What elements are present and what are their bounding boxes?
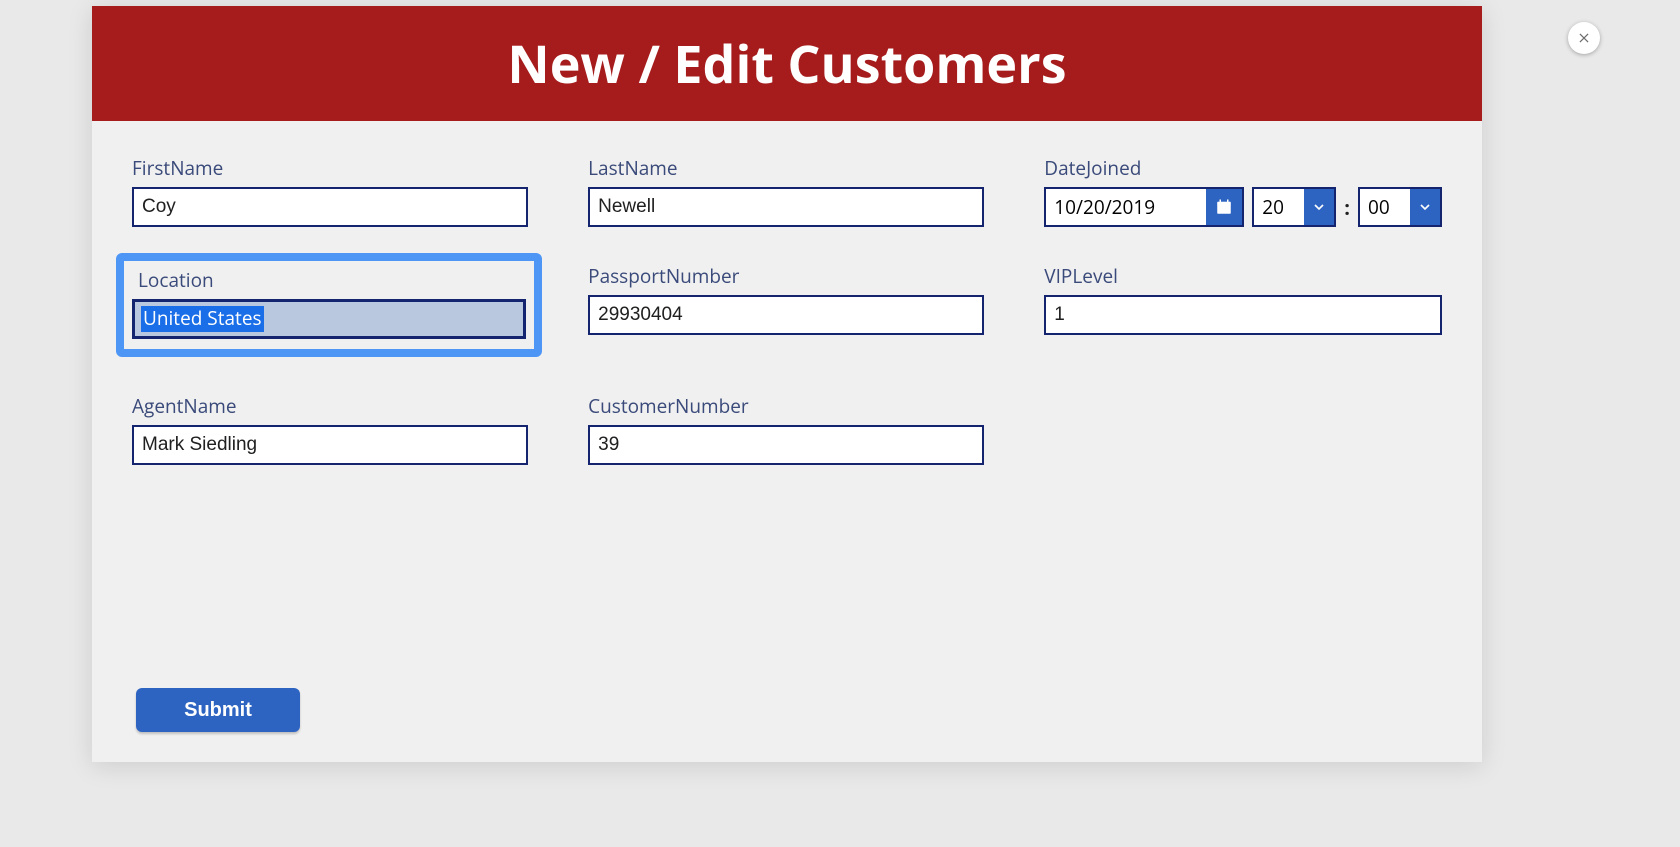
- field-first-name: FirstName: [132, 155, 528, 227]
- date-joined-date-text: 10/20/2019: [1046, 189, 1206, 225]
- location-input[interactable]: United States: [132, 299, 526, 339]
- calendar-icon[interactable]: [1206, 189, 1242, 225]
- vip-level-input[interactable]: [1044, 295, 1442, 335]
- field-date-joined: DateJoined 10/20/2019 20 :: [1044, 155, 1442, 227]
- chevron-down-icon[interactable]: [1410, 189, 1440, 225]
- field-last-name: LastName: [588, 155, 984, 227]
- field-customer-number: CustomerNumber: [588, 393, 984, 465]
- first-name-input[interactable]: [132, 187, 528, 227]
- time-separator: :: [1344, 194, 1350, 221]
- location-highlight: Location United States: [116, 253, 542, 357]
- form-grid: FirstName LastName DateJoined 10/20/2019: [132, 155, 1442, 465]
- date-joined-minute-text: 00: [1360, 189, 1410, 225]
- date-joined-minute-select[interactable]: 00: [1358, 187, 1442, 227]
- field-passport-number: PassportNumber: [588, 263, 984, 335]
- date-joined-hour-select[interactable]: 20: [1252, 187, 1336, 227]
- empty-cell: [1044, 393, 1442, 394]
- field-vip-level: VIPLevel: [1044, 263, 1442, 335]
- label-first-name: FirstName: [132, 155, 528, 181]
- chevron-down-icon[interactable]: [1304, 189, 1334, 225]
- label-customer-number: CustomerNumber: [588, 393, 984, 419]
- field-location: Location United States: [132, 263, 528, 357]
- passport-number-input[interactable]: [588, 295, 984, 335]
- page-title: New / Edit Customers: [507, 28, 1066, 99]
- customer-form-panel: New / Edit Customers FirstName LastName …: [92, 6, 1482, 762]
- date-joined-date-input[interactable]: 10/20/2019: [1044, 187, 1244, 227]
- date-joined-hour-text: 20: [1254, 189, 1304, 225]
- label-vip-level: VIPLevel: [1044, 263, 1442, 289]
- label-agent-name: AgentName: [132, 393, 528, 419]
- label-passport-number: PassportNumber: [588, 263, 984, 289]
- submit-button[interactable]: Submit: [136, 688, 300, 732]
- close-icon: [1577, 31, 1591, 45]
- close-button[interactable]: [1568, 22, 1600, 54]
- label-date-joined: DateJoined: [1044, 155, 1442, 181]
- form-area: FirstName LastName DateJoined 10/20/2019: [92, 121, 1482, 762]
- location-input-selection: United States: [141, 306, 264, 332]
- label-location: Location: [138, 267, 526, 293]
- banner: New / Edit Customers: [92, 6, 1482, 121]
- label-last-name: LastName: [588, 155, 984, 181]
- date-joined-row: 10/20/2019 20 : 00: [1044, 187, 1442, 227]
- customer-number-input[interactable]: [588, 425, 984, 465]
- field-agent-name: AgentName: [132, 393, 528, 465]
- agent-name-input[interactable]: [132, 425, 528, 465]
- last-name-input[interactable]: [588, 187, 984, 227]
